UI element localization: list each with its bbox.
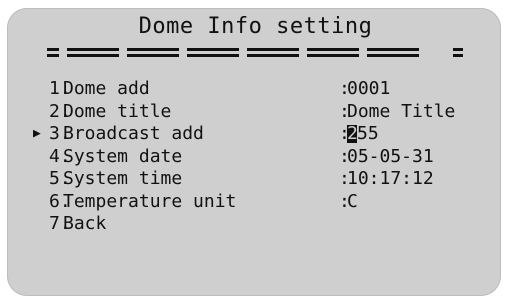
menu-item-dome-add[interactable]: 1. Dome add : 0001 bbox=[0, 78, 511, 101]
divider-segment bbox=[307, 46, 359, 58]
menu-list: 1. Dome add : 0001 2. Dome title : Dome … bbox=[0, 78, 511, 236]
item-value-rest: 55 bbox=[357, 123, 379, 144]
divider-segment bbox=[67, 46, 119, 58]
item-value: C bbox=[347, 190, 358, 212]
menu-item-dome-title[interactable]: 2. Dome title : Dome Title bbox=[0, 101, 511, 124]
item-label: Back bbox=[63, 213, 107, 234]
item-label: System date bbox=[63, 145, 183, 167]
menu-item-broadcast-add[interactable]: ▶ 3. Broadcast add : 255 bbox=[0, 123, 511, 146]
menu-item-system-time[interactable]: 5. System time : 10:17:12 bbox=[0, 168, 511, 191]
item-label: System time bbox=[63, 168, 183, 189]
divider-segment bbox=[453, 46, 463, 58]
menu-title: Dome Info setting bbox=[138, 14, 373, 39]
divider-segment bbox=[47, 46, 59, 58]
title-divider bbox=[47, 46, 465, 60]
menu-item-back[interactable]: 7. Back bbox=[0, 213, 511, 236]
item-value: 0001 bbox=[347, 78, 391, 99]
item-label: Temperature unit bbox=[63, 190, 237, 212]
item-label: Dome title bbox=[63, 100, 172, 122]
menu-item-temperature-unit[interactable]: 6. Temperature unit : C bbox=[0, 191, 511, 214]
divider-segment bbox=[367, 46, 419, 58]
item-value: 05-05-31 bbox=[347, 145, 434, 167]
item-value: 10:17:12 bbox=[347, 168, 434, 189]
menu-item-system-date[interactable]: 4. System date : 05-05-31 bbox=[0, 146, 511, 169]
item-value[interactable]: 255 bbox=[347, 123, 379, 145]
divider-segment bbox=[127, 46, 179, 58]
item-label: Dome add bbox=[63, 78, 150, 99]
edit-cursor-digit[interactable]: 2 bbox=[347, 125, 358, 143]
item-label: Broadcast add bbox=[63, 123, 204, 144]
selection-cursor-icon: ▶ bbox=[33, 126, 41, 141]
divider-segment bbox=[247, 46, 299, 58]
item-value: Dome Title bbox=[347, 100, 456, 122]
divider-segment bbox=[187, 46, 239, 58]
